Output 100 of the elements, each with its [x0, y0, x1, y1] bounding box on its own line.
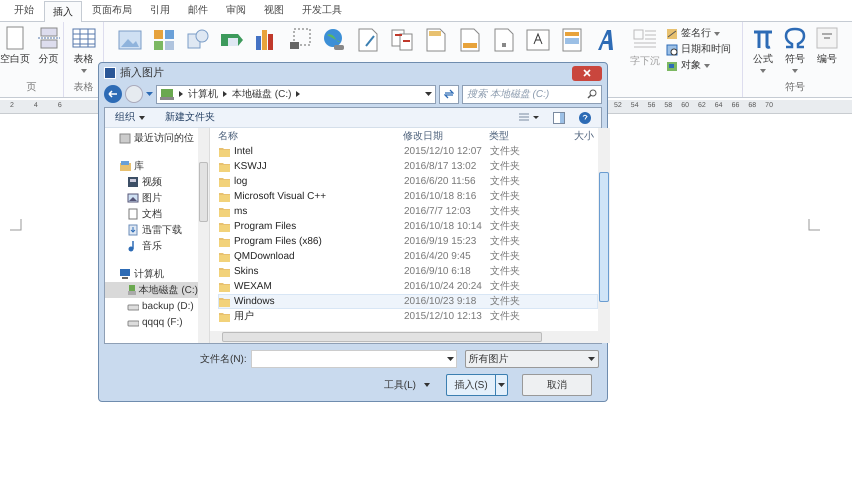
ribbon-tab[interactable]: 插入	[44, 1, 82, 22]
group-label: 符号	[785, 81, 805, 95]
address-bar[interactable]: 计算机 本地磁盘 (C:)	[156, 84, 436, 104]
page-break-icon	[36, 26, 60, 50]
ribbon-tab[interactable]: 邮件	[180, 0, 216, 21]
page-number-icon	[492, 28, 516, 52]
ribbon-button[interactable]: 编号	[813, 26, 841, 73]
column-header[interactable]: 大小	[574, 128, 598, 144]
nav-item[interactable]: 视频	[105, 174, 198, 190]
nav-item[interactable]: 图片	[105, 190, 198, 206]
dropdown-caret-icon	[446, 357, 454, 361]
ribbon-button[interactable]: 日期和时间	[666, 42, 742, 57]
file-row[interactable]: QMDownload 2016/4/20 9:45 文件夹	[218, 249, 598, 264]
breadcrumb-item[interactable]: 计算机	[188, 86, 218, 102]
file-row[interactable]: log 2016/6/20 11:56 文件夹	[218, 174, 598, 189]
refresh-icon	[444, 89, 454, 99]
nav-item[interactable]: 库	[105, 158, 198, 174]
nav-item[interactable]: 最近访问的位	[105, 130, 198, 146]
back-arrow-icon	[108, 90, 118, 98]
nav-item[interactable]: 音乐	[105, 238, 198, 254]
help-icon[interactable]	[579, 112, 591, 124]
file-row[interactable]: 用户 2015/12/10 12:13 文件夹	[218, 309, 598, 324]
ribbon-tab[interactable]: 视图	[256, 0, 292, 21]
history-caret-icon[interactable]	[146, 92, 153, 96]
file-date: 2015/12/10 12:07	[404, 145, 483, 159]
file-type: 文件夹	[490, 280, 521, 294]
file-type: 文件夹	[490, 190, 521, 204]
cancel-button[interactable]: 取消	[522, 374, 592, 396]
file-type: 文件夹	[490, 264, 521, 279]
page-corner-mark	[10, 219, 22, 231]
ribbon-button[interactable]: 对象	[666, 58, 742, 73]
search-field[interactable]: 搜索 本地磁盘 (C:)	[462, 84, 602, 104]
page-corner-mark	[808, 219, 820, 231]
folder-icon	[219, 312, 230, 322]
ribbon-button[interactable]: 签名行	[666, 26, 742, 41]
cross-reference-icon	[390, 28, 414, 52]
file-row[interactable]: KSWJJ 2016/8/17 13:02 文件夹	[218, 159, 598, 174]
ribbon-button[interactable]: 空白页	[0, 26, 30, 67]
column-header[interactable]: 修改日期	[403, 128, 489, 144]
text-box-icon	[526, 28, 550, 52]
ribbon-tab[interactable]: 引用	[142, 0, 178, 21]
folder-icon	[219, 162, 230, 172]
preview-pane-icon[interactable]	[553, 112, 565, 124]
view-options-icon[interactable]	[519, 112, 539, 122]
file-row[interactable]: ms 2016/7/7 12:03 文件夹	[218, 204, 598, 219]
insert-options-button[interactable]	[495, 375, 507, 395]
chevron-right-icon	[296, 91, 300, 97]
nav-item[interactable]: qqqq (F:)	[105, 314, 198, 330]
dropdown-caret-icon	[588, 357, 595, 361]
file-type: 文件夹	[490, 160, 521, 174]
scrollbar[interactable]	[198, 128, 209, 343]
file-row[interactable]: Microsoft Visual C++ 2016/10/18 8:16 文件夹	[218, 189, 598, 204]
nav-item[interactable]: 迅雷下载	[105, 222, 198, 238]
dialog-title: 插入图片	[120, 66, 164, 81]
file-row[interactable]: Skins 2016/9/10 6:18 文件夹	[218, 264, 598, 279]
tools-button[interactable]: 工具(L)	[380, 374, 434, 396]
file-date: 2016/9/19 15:23	[404, 235, 478, 249]
refresh-button[interactable]	[439, 84, 459, 104]
footer-page-icon	[458, 28, 482, 52]
file-date: 2016/4/20 9:45	[404, 250, 472, 264]
file-row[interactable]: Intel 2015/12/10 12:07 文件夹	[218, 144, 598, 159]
file-type: 文件夹	[490, 204, 521, 219]
filename-field[interactable]	[250, 350, 457, 368]
ribbon-button[interactable]: 表格	[68, 26, 98, 73]
scrollbar[interactable]	[598, 128, 610, 331]
column-header[interactable]: 名称	[218, 128, 403, 144]
ribbon-button[interactable]: 分页	[34, 26, 63, 67]
screenshot-icon	[288, 28, 312, 52]
nav-item[interactable]: backup (D:)	[105, 298, 198, 314]
nav-item[interactable]: 本地磁盘 (C:)	[105, 282, 198, 298]
file-name: Program Files (x86)	[234, 235, 322, 249]
clip-art-icon	[152, 28, 176, 52]
toolbar-button[interactable]: 组织	[115, 110, 145, 125]
globe-link-icon	[322, 28, 346, 52]
back-button[interactable]	[104, 85, 122, 103]
ribbon-tab[interactable]: 开始	[6, 0, 42, 21]
nav-item[interactable]: 计算机	[105, 266, 198, 282]
folder-icon	[219, 282, 230, 292]
file-date: 2016/8/17 13:02	[404, 160, 478, 174]
ribbon-tab[interactable]: 页面布局	[84, 0, 140, 21]
scrollbar[interactable]	[210, 331, 610, 343]
file-name: log	[234, 175, 248, 189]
ribbon-tab[interactable]: 开发工具	[294, 0, 350, 21]
close-button[interactable]	[572, 66, 602, 80]
picture-icon	[118, 28, 142, 52]
ribbon-button[interactable]: 公式	[749, 26, 777, 73]
ribbon-tab[interactable]: 审阅	[218, 0, 254, 21]
ribbon-button[interactable]: 符号	[781, 26, 809, 73]
nav-item[interactable]: 文档	[105, 206, 198, 222]
breadcrumb-item[interactable]: 本地磁盘 (C:)	[232, 86, 292, 102]
file-row[interactable]: WEXAM 2016/10/24 20:24 文件夹	[218, 279, 598, 294]
file-type: 文件夹	[490, 310, 521, 324]
file-row[interactable]: Program Files (x86) 2016/9/19 15:23 文件夹	[218, 234, 598, 249]
file-name: ms	[234, 205, 248, 219]
toolbar-button[interactable]: 新建文件夹	[165, 110, 215, 125]
file-type-dropdown[interactable]: 所有图片	[464, 350, 599, 368]
dropdown-caret-icon[interactable]	[425, 92, 432, 96]
file-row[interactable]: Windows 2016/10/23 9:18 文件夹	[218, 294, 598, 309]
file-row[interactable]: Program Files 2016/10/18 10:14 文件夹	[218, 219, 598, 234]
column-header[interactable]: 类型	[489, 128, 574, 144]
